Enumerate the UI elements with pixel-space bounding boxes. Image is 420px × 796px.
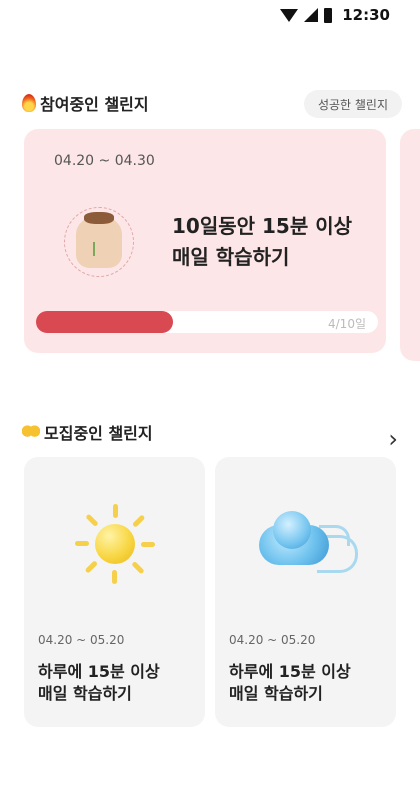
- recruiting-card-2[interactable]: 04.20 ~ 05.20 하루에 15분 이상 매일 학습하기: [215, 457, 396, 727]
- recruiting-title: 모집중인 챌린지: [44, 424, 153, 443]
- recruit-title: 하루에 15분 이상 매일 학습하기: [229, 661, 351, 705]
- participating-title: 참여중인 챌린지: [40, 95, 149, 114]
- status-bar: 12:30: [0, 0, 420, 30]
- wifi-icon: [280, 8, 299, 22]
- recruit-title-line1: 하루에 15분 이상: [229, 662, 351, 681]
- battery-icon: [324, 7, 333, 23]
- recruit-title: 하루에 15분 이상 매일 학습하기: [38, 661, 160, 705]
- progress-text: 4/10일: [328, 317, 366, 331]
- recruit-date: 04.20 ~ 05.20: [229, 633, 316, 647]
- recruit-date: 04.20 ~ 05.20: [38, 633, 125, 647]
- recruit-title-line2: 매일 학습하기: [38, 684, 132, 703]
- signal-icon: [304, 8, 319, 22]
- fire-icon: [22, 94, 36, 112]
- challenge-title: 10일동안 15분 이상 매일 학습하기: [172, 211, 352, 273]
- recruit-title-line2: 매일 학습하기: [229, 684, 323, 703]
- participating-challenge-card[interactable]: 04.20 ~ 04.30 10일동안 15분 이상 매일 학습하기 4/10일: [24, 129, 386, 353]
- sun-icon: [74, 504, 155, 584]
- progress-fill: [36, 311, 173, 333]
- seed-bag-icon: [64, 207, 134, 277]
- recruit-title-line1: 하루에 15분 이상: [38, 662, 160, 681]
- recruiting-card-1[interactable]: 04.20 ~ 05.20 하루에 15분 이상 매일 학습하기: [24, 457, 205, 727]
- challenge-date: 04.20 ~ 04.30: [54, 153, 155, 169]
- next-challenge-card-peek[interactable]: [400, 129, 420, 361]
- progress-bar: 4/10일: [36, 311, 378, 333]
- wind-cloud-icon: [257, 509, 358, 581]
- chevron-right-icon[interactable]: ›: [388, 425, 398, 453]
- challenge-title-line1: 10일동안 15분 이상: [172, 214, 352, 238]
- recruiting-header: 모집중인 챌린지: [22, 417, 404, 447]
- raised-hands-icon: [22, 423, 40, 441]
- challenge-title-line2: 매일 학습하기: [172, 245, 290, 269]
- status-time: 12:30: [342, 6, 390, 24]
- success-challenges-button[interactable]: 성공한 챌린지: [303, 90, 402, 118]
